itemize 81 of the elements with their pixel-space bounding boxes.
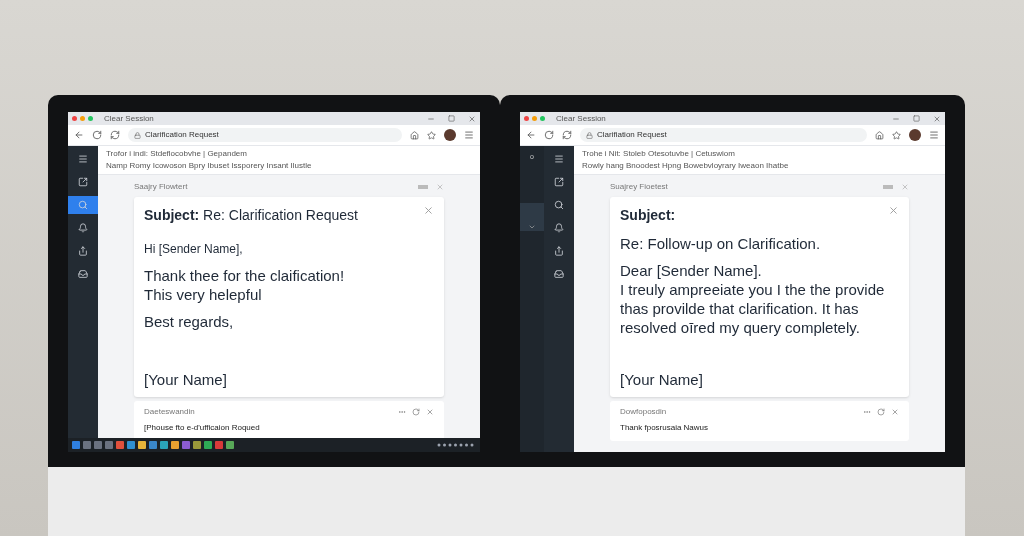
panel-title: Suajrey Fioetest [610, 181, 668, 193]
email-paragraph: Re: Follow-up on Clarification. [620, 234, 822, 253]
back-icon[interactable] [526, 130, 536, 140]
header-line: Trofor i indi: Stdeflocobvhe | Gepandem [106, 149, 248, 159]
square-arrow-icon [554, 177, 564, 187]
share-icon [78, 246, 88, 256]
close-icon[interactable] [888, 205, 899, 216]
close-icon[interactable] [468, 114, 476, 123]
share-icon [554, 246, 564, 256]
taskbar-app-icon[interactable] [83, 441, 91, 449]
card-preview: [Phouse fto e-d'ufficaion Roqued [144, 422, 261, 434]
reload-icon[interactable] [412, 408, 420, 416]
maximize-icon[interactable] [913, 115, 920, 122]
taskbar-app-icon[interactable] [160, 441, 168, 449]
address-text: Clarification Request [145, 129, 219, 141]
close-icon[interactable] [891, 408, 899, 416]
system-tray-icon [436, 442, 476, 448]
back-icon[interactable] [74, 130, 84, 140]
header-line: Namp Romy Icowoson Bpry Ibuset Issporery Insant Ilustle [106, 161, 313, 171]
more-icon[interactable] [398, 408, 406, 416]
card-title: Dowfoposdin [620, 406, 667, 418]
email-subject: Subject: Re: Clarification Request [144, 206, 358, 225]
window-title: Clear Session [556, 112, 606, 125]
search-icon [554, 200, 564, 210]
reload-icon[interactable] [544, 130, 554, 140]
header-line: Trohe i Nit: Stoleb Otesotuvbe | Cetuswiom [582, 149, 736, 159]
window-title: Clear Session [104, 112, 154, 125]
menu-icon[interactable] [464, 130, 474, 140]
address-text: Clarifiation Request [597, 129, 667, 141]
close-icon[interactable] [436, 183, 444, 191]
taskbar-app-icon[interactable] [182, 441, 190, 449]
close-icon[interactable] [933, 114, 941, 123]
menu-icon[interactable] [929, 130, 939, 140]
more-icon[interactable] [863, 408, 871, 416]
panel-title: Saajry Flowtert [134, 181, 188, 193]
taskbar-app-icon[interactable] [215, 441, 223, 449]
inbox-icon [554, 269, 564, 279]
card-preview: Thank fposrusaia Nawus [620, 422, 710, 434]
taskbar-app-icon[interactable] [127, 441, 135, 449]
maximize-icon[interactable] [448, 115, 455, 122]
email-paragraph: [Your Name] [144, 370, 228, 389]
email-paragraph: Best regards, [144, 312, 235, 331]
card-title: Daeteswandin [144, 406, 195, 418]
close-icon[interactable] [901, 183, 909, 191]
address-bar[interactable]: Clarifiation Request [580, 128, 867, 142]
taskbar-app-icon[interactable] [138, 441, 146, 449]
star-icon[interactable] [427, 130, 436, 140]
reload-icon[interactable] [877, 408, 885, 416]
taskbar-app-icon[interactable] [105, 441, 113, 449]
refresh-icon[interactable] [562, 130, 572, 140]
star-icon[interactable] [892, 130, 901, 140]
taskbar-app-icon[interactable] [116, 441, 124, 449]
bell-icon [554, 223, 564, 233]
email-paragraph: [Your Name] [620, 370, 704, 389]
taskbar-app-icon[interactable] [171, 441, 179, 449]
bell-icon [78, 223, 88, 233]
inbox-icon [78, 269, 88, 279]
home-icon[interactable] [410, 130, 419, 140]
menu-icon [78, 154, 88, 164]
taskbar-app-icon[interactable] [94, 441, 102, 449]
email-paragraph: Dear [Sender Name]. I treuly ampreeiate you I the the provide thas provilde that clarification. It has resolved oīred my query completely. [620, 261, 886, 337]
taskbar-app-icon[interactable] [193, 441, 201, 449]
lock-icon [134, 131, 141, 139]
close-icon[interactable] [426, 408, 434, 416]
home-icon[interactable] [875, 130, 884, 140]
email-paragraph: Thank thee for the claification! This very helepful [144, 266, 346, 304]
taskbar-app-icon[interactable] [226, 441, 234, 449]
taskbar-app-icon[interactable] [72, 441, 80, 449]
close-icon[interactable] [423, 205, 434, 216]
search-icon [78, 200, 88, 210]
refresh-icon[interactable] [110, 130, 120, 140]
email-paragraph: Hi [Sender Name], [144, 241, 244, 258]
header-line: Rowly hang Bnoodest Hpng Bowebvloyrary Iweaon Ihatbe [582, 161, 790, 171]
lock-icon [586, 131, 593, 139]
menu-icon [554, 154, 564, 164]
taskbar-app-icon[interactable] [204, 441, 212, 449]
taskbar-app-icon[interactable] [149, 441, 157, 449]
reload-icon[interactable] [92, 130, 102, 140]
email-subject: Subject: [620, 206, 676, 225]
address-bar[interactable]: Clarification Request [128, 128, 402, 142]
square-arrow-icon [78, 177, 88, 187]
